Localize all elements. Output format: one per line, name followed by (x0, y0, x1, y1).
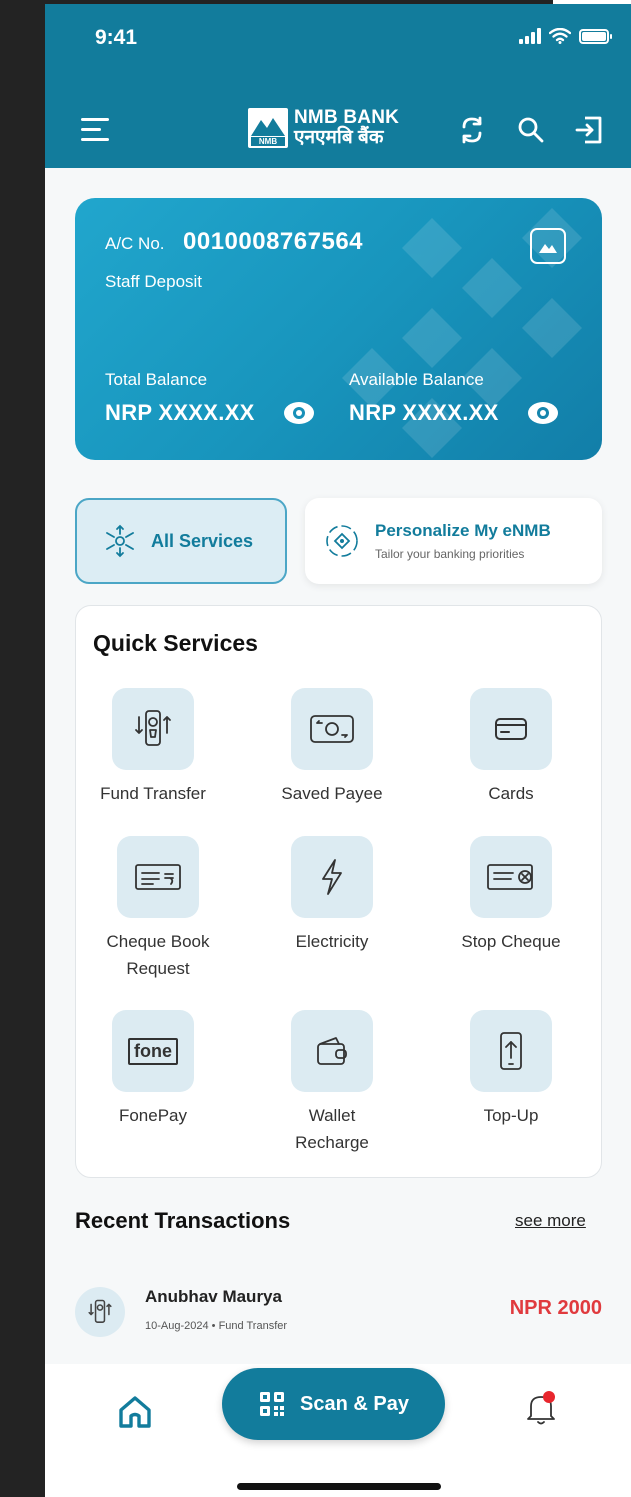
total-balance-value: NRP XXXX.XX (105, 400, 255, 425)
account-type: Staff Deposit (105, 272, 203, 291)
quick-services-panel: Quick Services Fund Transfer Saved Payee… (75, 605, 602, 1178)
cash-transfer-icon (310, 715, 354, 743)
service-fund-transfer[interactable]: Fund Transfer (73, 688, 233, 807)
service-label: Cards (488, 784, 534, 803)
brand-name-english: NMB BANK (294, 107, 400, 129)
cheque-icon (135, 864, 181, 890)
transaction-name: Anubhav Maurya (145, 1287, 282, 1306)
notification-bell-icon[interactable] (521, 1388, 561, 1428)
logo-text: NMB (258, 137, 278, 146)
service-label: Stop Cheque (461, 932, 561, 951)
service-saved-payee[interactable]: Saved Payee (252, 688, 412, 807)
switch-account-icon[interactable] (456, 114, 488, 146)
transaction-meta: 10-Aug-2024 • Fund Transfer (145, 1320, 288, 1332)
service-label: Top-Up (483, 1106, 539, 1125)
home-icon[interactable] (115, 1392, 155, 1432)
home-indicator (237, 1483, 441, 1490)
account-card[interactable]: A/C No. 0010008767564 Staff Deposit Tota… (75, 198, 602, 460)
transaction-row[interactable]: Anubhav Maurya 10-Aug-2024 • Fund Transf… (75, 1282, 602, 1342)
nmb-logo-icon: NMB (248, 108, 288, 148)
bottom-navigation: Scan & Pay (45, 1364, 631, 1497)
card-image-button[interactable] (530, 228, 566, 264)
signal-icon (519, 28, 541, 44)
status-icons (519, 28, 612, 44)
wallet-icon (317, 1037, 347, 1065)
personalize-icon (326, 525, 358, 557)
quick-services-title: Quick Services (93, 630, 258, 656)
total-balance-label: Total Balance (105, 370, 208, 389)
logout-icon[interactable] (573, 114, 605, 146)
service-fonepay[interactable]: fone FonePay (73, 1010, 233, 1129)
service-cards[interactable]: Cards (431, 688, 591, 807)
status-time: 9:41 (95, 26, 138, 49)
account-number-label: A/C No. (105, 234, 165, 253)
fonepay-icon: fone (128, 1037, 178, 1065)
all-services-icon (106, 524, 134, 558)
transaction-icon (75, 1287, 125, 1337)
account-number: 0010008767564 (183, 228, 364, 255)
stop-cheque-icon (487, 864, 533, 890)
service-top-up[interactable]: Top-Up (431, 1010, 591, 1129)
search-icon[interactable] (515, 114, 547, 146)
service-label: FonePay (118, 1106, 188, 1125)
qr-code-icon (260, 1392, 285, 1416)
card-icon (495, 718, 527, 740)
wifi-icon (549, 28, 571, 44)
available-balance-value: NRP XXXX.XX (349, 400, 499, 425)
service-wallet-recharge[interactable]: Wallet Recharge (252, 1010, 412, 1156)
show-available-balance-eye-icon[interactable] (527, 400, 559, 426)
scan-and-pay-button[interactable]: Scan & Pay (222, 1368, 445, 1440)
phone-transfer-icon (135, 710, 171, 746)
mobile-topup-icon (500, 1032, 522, 1070)
available-balance-label: Available Balance (349, 370, 484, 389)
service-electricity[interactable]: Electricity (252, 836, 412, 955)
personalize-subtitle: Tailor your banking priorities (375, 547, 525, 561)
service-cheque-book-request[interactable]: Cheque Book Request (78, 836, 238, 982)
service-stop-cheque[interactable]: Stop Cheque (431, 836, 591, 955)
lightning-icon (322, 859, 342, 895)
service-label: Saved Payee (281, 784, 383, 803)
brand-name-nepali: एनएमबि बैंक (294, 127, 384, 148)
show-total-balance-eye-icon[interactable] (283, 400, 315, 426)
service-label: Wallet Recharge (295, 1106, 369, 1152)
menu-button[interactable] (81, 116, 111, 144)
recent-transactions-title: Recent Transactions (75, 1208, 291, 1233)
service-label: Electricity (295, 932, 369, 951)
phone-transfer-icon (88, 1299, 112, 1323)
transaction-amount: NPR 2000 (509, 1297, 602, 1319)
personalize-title: Personalize My eNMB (375, 521, 551, 540)
all-services-label: All Services (151, 530, 254, 551)
app-header: 9:41 NMB NMB BANK एनएमबि बैंक (45, 4, 631, 168)
scan-and-pay-label: Scan & Pay (300, 1392, 409, 1415)
app-screen: 9:41 NMB NMB BANK एनएमबि बैंक A/C No. 00… (45, 4, 631, 1497)
outer-frame-left (0, 0, 45, 1497)
personalize-button[interactable]: Personalize My eNMB Tailor your banking … (305, 498, 602, 584)
service-label: Fund Transfer (100, 784, 206, 803)
battery-icon (579, 28, 612, 44)
all-services-button[interactable]: All Services (75, 498, 287, 584)
image-icon (539, 244, 557, 253)
see-more-link[interactable]: see more (515, 1211, 586, 1231)
brand-logo: NMB NMB BANK एनएमबि बैंक (248, 108, 399, 148)
service-label: Cheque Book Request (106, 932, 210, 978)
